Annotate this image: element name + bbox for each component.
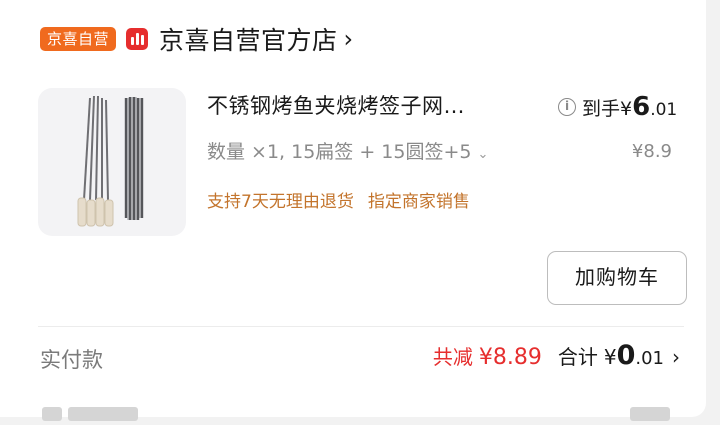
info-icon[interactable]: i — [558, 98, 576, 116]
discount-label: 共减 — [432, 345, 473, 369]
cut-off-row — [40, 405, 680, 425]
original-price: ¥8.9 — [631, 141, 672, 162]
chevron-right-icon[interactable]: › — [672, 345, 680, 369]
service-tag-return: 支持7天无理由退货 — [207, 192, 354, 212]
product-title[interactable]: 不锈钢烤鱼夹烧烤签子网… — [207, 90, 527, 120]
order-card: 京喜自营 京喜自营官方店 › 不锈钢烤鱼夹烧烤签子网… 数量 ×1, 15扁签 … — [0, 0, 706, 421]
store-badge: 京喜自营 — [40, 27, 117, 51]
total-decimal: .01 — [635, 348, 664, 369]
discount-amount: ¥8.89 — [478, 345, 542, 370]
discount-summary: 共减 ¥8.89 — [433, 341, 542, 370]
service-tag-seller: 指定商家销售 — [367, 192, 470, 212]
payment-label: 实付款 — [40, 348, 103, 372]
price-integer: 6 — [632, 92, 651, 122]
store-name[interactable]: 京喜自营官方店 — [159, 21, 338, 57]
price-currency: ¥ — [620, 98, 633, 120]
spec-selector[interactable]: 数量 ×1, 15扁签 + 15圆签+5 ⌄ — [207, 137, 488, 164]
service-tags: 支持7天无理由退货 指定商家销售 — [207, 187, 470, 212]
total-currency: ¥ — [603, 345, 617, 369]
final-price: i 到手 ¥ 6 .01 — [558, 92, 677, 122]
product-image[interactable] — [38, 88, 186, 236]
total-label: 合计 — [557, 345, 598, 369]
divider — [38, 326, 684, 327]
total-integer: 0 — [616, 340, 636, 371]
add-to-cart-button[interactable]: 加购物车 — [547, 251, 687, 305]
bar-chart-icon — [126, 28, 149, 50]
payment-summary[interactable]: 共减 ¥8.89 合计 ¥ 0 .01 › — [433, 340, 680, 371]
chevron-right-icon[interactable]: › — [344, 27, 354, 51]
skewers-icon — [77, 95, 144, 227]
price-label: 到手 — [582, 98, 621, 120]
chevron-down-icon: ⌄ — [477, 147, 489, 162]
store-header[interactable]: 京喜自营 京喜自营官方店 › — [40, 22, 353, 56]
price-decimal: .01 — [650, 100, 678, 120]
spec-text: 数量 ×1, 15扁签 + 15圆签+5 — [207, 141, 472, 163]
